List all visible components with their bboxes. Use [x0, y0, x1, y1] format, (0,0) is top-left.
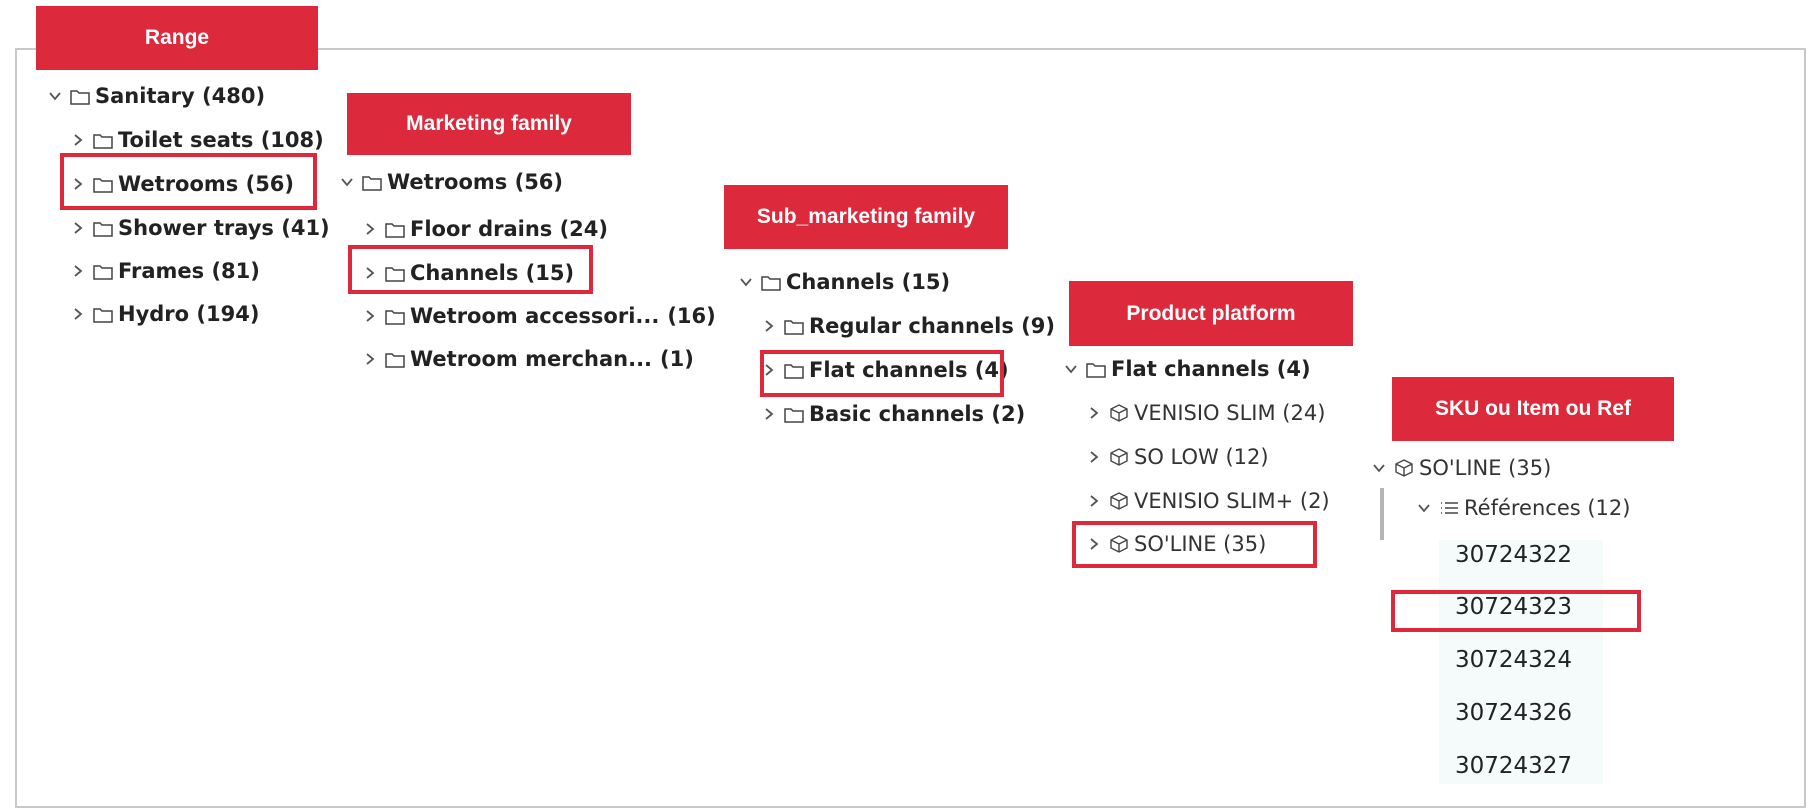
chevron-right-icon[interactable]	[359, 348, 381, 370]
tree-node-channels-root[interactable]: Channels (15)	[735, 270, 950, 294]
tree-node-floor-drains[interactable]: Floor drains (24)	[359, 217, 608, 241]
chevron-right-icon[interactable]	[67, 217, 89, 239]
highlight-flat-channels	[760, 350, 1004, 397]
chevron-down-icon[interactable]	[1368, 457, 1390, 479]
chevron-down-icon[interactable]	[1413, 497, 1435, 519]
tree-node-label: Basic channels (2)	[809, 402, 1026, 426]
folder-icon	[385, 306, 407, 326]
sku-item[interactable]: 30724322	[1455, 542, 1572, 568]
highlight-channels	[348, 245, 593, 294]
folder-icon	[385, 219, 407, 239]
highlight-wetrooms	[60, 153, 317, 210]
folder-icon	[761, 272, 783, 292]
tree-indent-line	[1380, 488, 1384, 540]
chevron-right-icon[interactable]	[758, 315, 780, 337]
tree-node-wetrooms-root[interactable]: Wetrooms (56)	[336, 170, 563, 194]
chevron-down-icon[interactable]	[735, 271, 757, 293]
cube-icon	[1109, 491, 1131, 511]
tree-node-label: Références (12)	[1464, 496, 1631, 520]
folder-icon	[362, 172, 384, 192]
tree-node-label: Floor drains (24)	[410, 217, 609, 241]
tree-node-flat-channels-root[interactable]: Flat channels (4)	[1060, 357, 1311, 381]
tree-node-so-low[interactable]: SO LOW (12)	[1083, 445, 1269, 469]
tree-node-regular-channels[interactable]: Regular channels (9)	[758, 314, 1055, 338]
chevron-right-icon[interactable]	[1083, 402, 1105, 424]
chevron-down-icon[interactable]	[44, 85, 66, 107]
tree-node-label: Toilet seats (108)	[118, 128, 324, 152]
folder-icon	[93, 261, 115, 281]
tree-node-label: Flat channels (4)	[1111, 357, 1311, 381]
chevron-right-icon[interactable]	[67, 129, 89, 151]
chevron-right-icon[interactable]	[758, 403, 780, 425]
folder-icon	[93, 130, 115, 150]
sku-item[interactable]: 30724327	[1455, 753, 1572, 779]
tree-node-label: Wetroom merchan...	[410, 347, 653, 371]
tree-node-label: Frames (81)	[118, 259, 260, 283]
folder-icon	[70, 86, 92, 106]
highlight-sku	[1391, 590, 1641, 632]
tree-node-soline-root[interactable]: SO'LINE (35)	[1368, 456, 1551, 480]
header-marketing-family: Marketing family	[347, 93, 631, 155]
highlight-soline	[1072, 521, 1317, 568]
list-icon	[1439, 499, 1461, 517]
chevron-right-icon[interactable]	[1083, 490, 1105, 512]
header-product-platform: Product platform	[1069, 281, 1353, 346]
tree-node-label: Shower trays (41)	[118, 216, 330, 240]
tree-node-label: Hydro (194)	[118, 302, 260, 326]
chevron-right-icon[interactable]	[359, 218, 381, 240]
tree-node-label: Sanitary (480)	[95, 84, 266, 108]
tree-node-label: SO LOW (12)	[1134, 445, 1269, 469]
tree-node-label: Wetrooms (56)	[387, 170, 564, 194]
tree-node-shower-trays[interactable]: Shower trays (41)	[67, 216, 330, 240]
tree-node-label: VENISIO SLIM+ (2)	[1134, 489, 1330, 513]
chevron-down-icon[interactable]	[1060, 358, 1082, 380]
chevron-right-icon[interactable]	[67, 303, 89, 325]
tree-node-venisio-slim-plus[interactable]: VENISIO SLIM+ (2)	[1083, 489, 1330, 513]
tree-node-venisio-slim[interactable]: VENISIO SLIM (24)	[1083, 401, 1325, 425]
tree-node-label: VENISIO SLIM (24)	[1134, 401, 1326, 425]
tree-node-count: (16)	[667, 304, 716, 328]
sku-item[interactable]: 30724326	[1455, 700, 1572, 726]
header-range: Range	[36, 6, 318, 70]
header-sku: SKU ou Item ou Ref	[1392, 377, 1674, 441]
folder-icon	[784, 316, 806, 336]
tree-node-label: Channels (15)	[786, 270, 951, 294]
cube-icon	[1394, 458, 1416, 478]
tree-node-frames[interactable]: Frames (81)	[67, 259, 260, 283]
folder-icon	[385, 349, 407, 369]
tree-node-hydro[interactable]: Hydro (194)	[67, 302, 259, 326]
tree-node-label: Regular channels (9)	[809, 314, 1055, 338]
tree-node-sanitary[interactable]: Sanitary (480)	[44, 84, 265, 108]
folder-icon	[1086, 359, 1108, 379]
tree-node-wetroom-merchandise[interactable]: Wetroom merchan... (1)	[359, 347, 694, 371]
cube-icon	[1109, 403, 1131, 423]
tree-node-wetroom-accessories[interactable]: Wetroom accessori... (16)	[359, 304, 716, 328]
chevron-right-icon[interactable]	[67, 260, 89, 282]
folder-icon	[93, 304, 115, 324]
chevron-down-icon[interactable]	[336, 171, 358, 193]
folder-icon	[93, 218, 115, 238]
tree-node-references[interactable]: Références (12)	[1413, 496, 1630, 520]
header-sub-marketing-family: Sub_marketing family	[724, 185, 1008, 249]
sku-item[interactable]: 30724324	[1455, 647, 1572, 673]
tree-node-toilet-seats[interactable]: Toilet seats (108)	[67, 128, 324, 152]
tree-node-basic-channels[interactable]: Basic channels (2)	[758, 402, 1025, 426]
chevron-right-icon[interactable]	[359, 305, 381, 327]
folder-icon	[784, 404, 806, 424]
tree-node-label: Wetroom accessori...	[410, 304, 660, 328]
tree-node-label: SO'LINE (35)	[1419, 456, 1552, 480]
chevron-right-icon[interactable]	[1083, 446, 1105, 468]
cube-icon	[1109, 447, 1131, 467]
tree-node-count: (1)	[660, 347, 694, 371]
